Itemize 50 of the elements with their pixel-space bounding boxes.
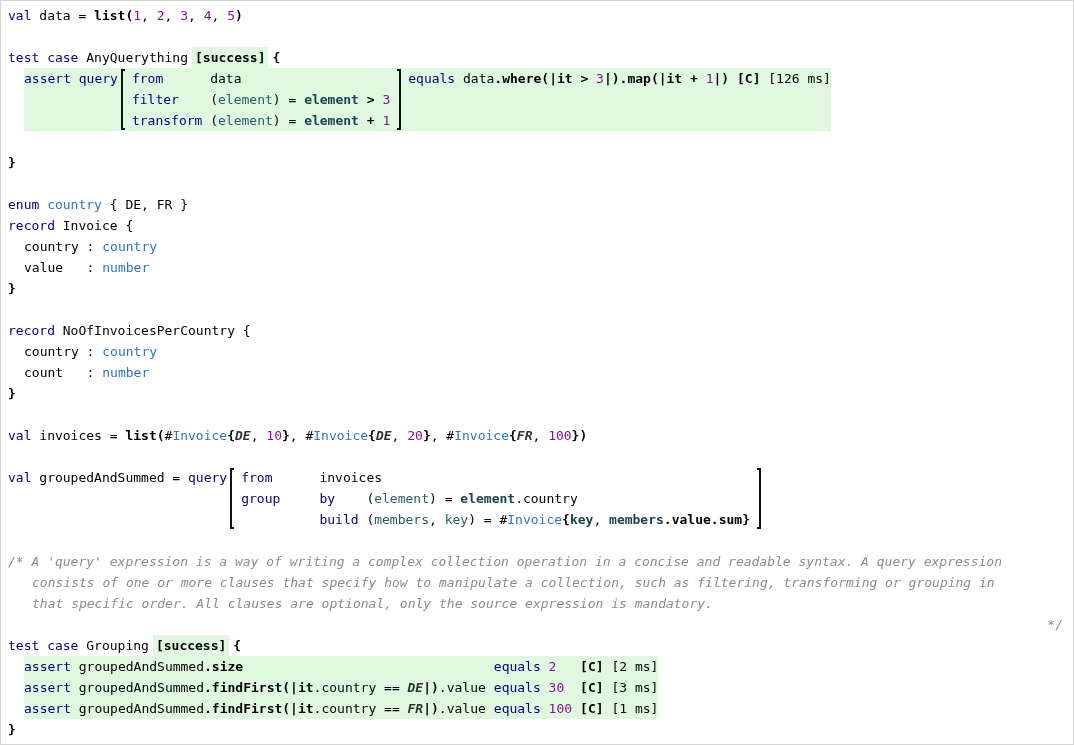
clause-keyword: from [241,469,274,487]
bracket-icon [120,69,125,130]
comment-line: consists of one or more clauses that specify how to manipulate a collection, such as filtering, transforming or grouping in [31,574,996,592]
code-text: data [210,70,243,88]
code-line: } [8,721,17,739]
bracket-icon [756,468,761,529]
comment-end: */ [1046,616,1064,634]
code-text: assert query [24,70,118,88]
test-status-badge: [success] [192,47,269,68]
code-line: } [8,385,17,403]
code-line: record NoOfInvoicesPerCountry { [8,322,252,340]
code-line: value : number [23,259,151,277]
bracket-icon [397,69,402,130]
expected-value: equals 30 [493,679,566,697]
code-text: { [272,49,281,67]
code-line: country : country [23,343,159,361]
code-line: enum country { DE, FR } [8,196,190,214]
code-text: assert groupedAndSummed.findFirst(|it.country == FR|).value [24,700,486,718]
comment-line: that specific order. All clauses are optional, only the source expression is mandatory. [31,595,714,613]
code-line: record Invoice { [8,217,135,235]
test-status-badge: [success] [152,635,230,656]
code-text: (element) = element + 1 [210,112,391,130]
test-result: [C] [3 ms] [580,679,659,697]
test-result: [C] [2 ms] [580,658,659,676]
clause-keyword: group [241,490,282,508]
code-text: assert groupedAndSummed.findFirst(|it.country == DE|).value [24,679,486,697]
expected-value: equals 100 [493,700,573,718]
code-line: test case AnyQuerything [8,49,189,67]
code-text: equals data.where(|it > 3|).map(|it + 1|) [C] [126 ms] [407,70,831,88]
clause-keyword: transform [131,112,203,130]
code-line: } [8,280,17,298]
code-line: val invoices = list(#Invoice{DE, 10}, #Invoice{DE, 20}, #Invoice{FR, 100}) [8,427,589,445]
clause-keyword: filter [131,91,180,109]
code-line: count : number [23,364,151,382]
code-line: val data = list(1, 2, 3, 4, 5) [8,7,244,25]
expected-value: equals 2 [493,658,558,676]
code-text: (element) = element > 3 [210,91,391,109]
clause-keyword: from [131,70,165,88]
code-line: test case Grouping [8,637,149,655]
code-text: { [233,637,242,655]
test-result: [C] [1 ms] [580,700,659,718]
code-text: by (element) = element.country [319,490,579,508]
comment-line: /* A 'query' expression is a way of writing a complex collection operation in a concise and readable syntax. A query expression [8,553,1003,571]
code-line: } [8,154,17,172]
code-line: country : country [23,238,159,256]
code-text: assert groupedAndSummed.size [24,658,245,676]
code-text: build (members, key) = #Invoice{key, members.value.sum} [319,511,750,529]
code-text: invoices [319,469,384,487]
bracket-icon [230,468,235,529]
code-text: val groupedAndSummed = query [8,469,228,487]
